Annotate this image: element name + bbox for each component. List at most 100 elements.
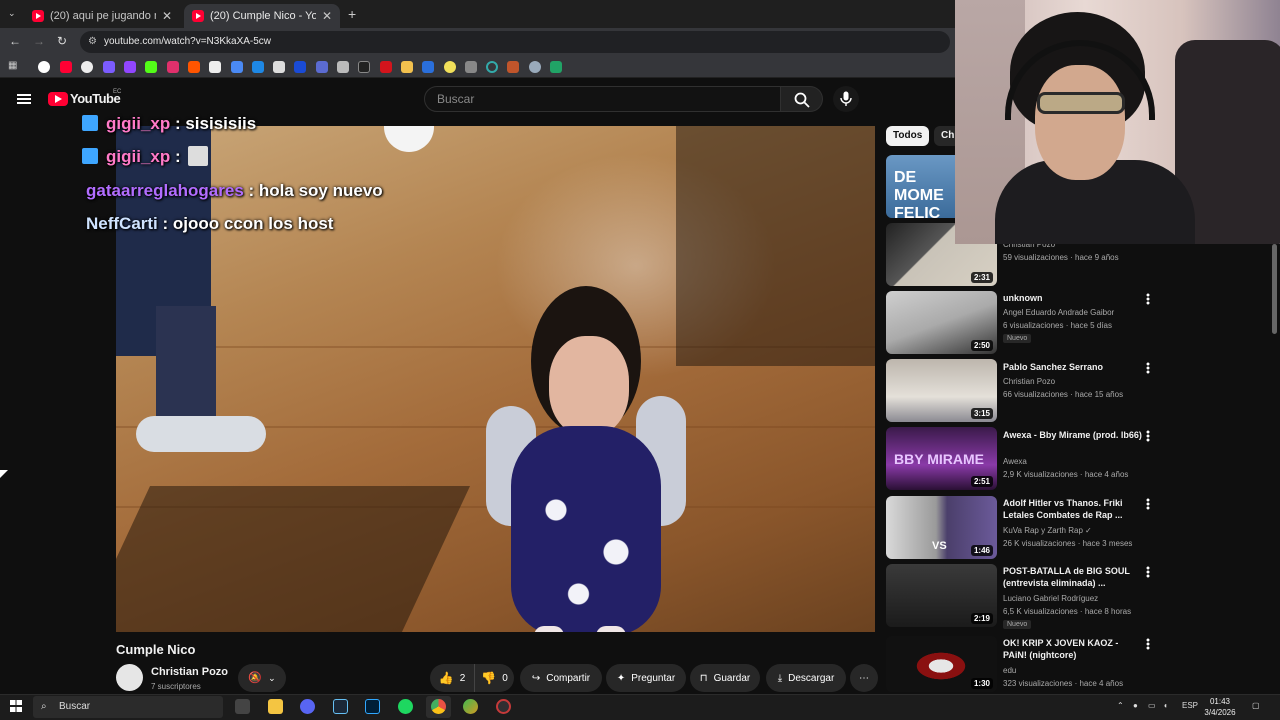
more-options-icon[interactable]: [1146, 638, 1150, 650]
microphone-tray-icon[interactable]: ●: [1133, 701, 1138, 710]
bookmark-icon[interactable]: [273, 61, 285, 73]
like-button[interactable]: 👍 2: [430, 664, 474, 692]
app-icon[interactable]: [463, 699, 478, 714]
bookmark-icon[interactable]: [465, 61, 477, 73]
more-options-icon[interactable]: [1146, 498, 1150, 510]
close-tab-icon[interactable]: ✕: [322, 9, 332, 23]
more-actions-button[interactable]: ⋯: [850, 664, 878, 692]
taskbar-search[interactable]: ⌕ Buscar: [33, 696, 223, 718]
spotify-icon[interactable]: [398, 699, 413, 714]
recommendation-channel[interactable]: edu: [1003, 666, 1016, 675]
bookmark-icon[interactable]: [81, 61, 93, 73]
recommendation-thumbnail[interactable]: 1:30: [886, 636, 997, 692]
video-duration: 3:15: [970, 408, 993, 419]
address-bar[interactable]: ⚙ youtube.com/watch?v=N3KkaXA-5cw: [80, 31, 950, 53]
notifications-button[interactable]: 🔕 ⌄: [238, 664, 286, 692]
bookmark-icon[interactable]: [188, 61, 200, 73]
dislike-button[interactable]: 👎 0: [474, 664, 514, 692]
forward-icon[interactable]: →: [33, 34, 45, 48]
bookmark-icon[interactable]: [529, 61, 541, 73]
bookmark-icon[interactable]: [294, 61, 306, 73]
bookmark-icon[interactable]: [209, 61, 221, 73]
obs-icon[interactable]: [496, 699, 511, 714]
tab-madagascar[interactable]: (20) aqui pe jugando mi Madag ✕: [24, 4, 180, 28]
search-input[interactable]: Buscar: [424, 86, 781, 112]
recommendation-title[interactable]: Awexa - Bby Mirame (prod. lb66): [1003, 429, 1143, 441]
reload-icon[interactable]: ↻: [57, 34, 67, 48]
recommendation-thumbnail[interactable]: 2:19: [886, 564, 997, 627]
tab-cumple-nico[interactable]: (20) Cumple Nico - YouTube ✕: [184, 4, 340, 28]
site-info-icon[interactable]: ⚙: [88, 31, 97, 53]
widgets-icon[interactable]: [235, 699, 250, 714]
bookmark-icon[interactable]: [124, 61, 136, 73]
bookmark-icon[interactable]: [444, 61, 456, 73]
bookmark-icon[interactable]: [507, 61, 519, 73]
recommendation-channel[interactable]: Luciano Gabriel Rodríguez: [1003, 594, 1098, 603]
bookmark-icon[interactable]: [550, 61, 562, 73]
recommendation-title[interactable]: Pablo Sanchez Serrano: [1003, 361, 1143, 373]
notifications-icon[interactable]: ▢: [1252, 701, 1260, 710]
recommendation-thumbnail[interactable]: 2:50: [886, 291, 997, 354]
volume-icon[interactable]: ◖: [1163, 701, 1168, 710]
recommendation-channel[interactable]: Christian Pozo: [1003, 377, 1055, 386]
more-options-icon[interactable]: [1146, 293, 1150, 305]
bookmark-icon[interactable]: [316, 61, 328, 73]
recommendation-title[interactable]: Adolf Hitler vs Thanos. Friki Letales Co…: [1003, 497, 1143, 521]
search-button[interactable]: [781, 86, 823, 112]
recommendation-thumbnail[interactable]: 3:15: [886, 359, 997, 422]
download-button[interactable]: ⤓ Descargar: [766, 664, 846, 692]
ask-button[interactable]: ✦ Preguntar: [606, 664, 686, 692]
chat-user: gigii_xp: [106, 147, 171, 166]
more-options-icon[interactable]: [1146, 430, 1150, 442]
bookmark-icon[interactable]: [380, 61, 392, 73]
recommendation-thumbnail[interactable]: BBY MIRAME 2:51: [886, 427, 997, 490]
more-options-icon[interactable]: [1146, 566, 1150, 578]
bookmark-icon[interactable]: [167, 61, 179, 73]
photoshop-icon[interactable]: [365, 699, 380, 714]
back-icon[interactable]: ←: [9, 34, 21, 48]
apps-grid-icon[interactable]: ▦: [8, 60, 17, 71]
language-indicator[interactable]: ESP: [1182, 701, 1198, 710]
close-tab-icon[interactable]: ✕: [162, 9, 172, 23]
video-player[interactable]: [116, 126, 875, 632]
windows-start-icon[interactable]: [10, 700, 22, 712]
youtube-logo-icon[interactable]: [48, 92, 68, 106]
page-scrollbar[interactable]: [1272, 244, 1277, 334]
recommendation-thumbnail[interactable]: VS 1:46: [886, 496, 997, 559]
recommendation-channel[interactable]: Awexa: [1003, 457, 1027, 466]
save-button[interactable]: ⊓ Guardar: [690, 664, 760, 692]
network-icon[interactable]: ▭: [1148, 701, 1156, 710]
share-icon: ↪: [531, 672, 541, 684]
file-explorer-icon[interactable]: [268, 699, 283, 714]
steam-icon[interactable]: [333, 699, 348, 714]
bookmark-icon[interactable]: [103, 61, 115, 73]
voice-search-button[interactable]: [833, 86, 859, 112]
menu-icon[interactable]: [17, 94, 31, 104]
recommendation-title[interactable]: POST-BATALLA de BIG SOUL (entrevista eli…: [1003, 565, 1143, 589]
channel-avatar[interactable]: [116, 664, 143, 691]
bookmark-icon[interactable]: [38, 61, 50, 73]
bookmark-icon[interactable]: [422, 61, 434, 73]
recommendation-title[interactable]: unknown: [1003, 292, 1143, 304]
chip-todos[interactable]: Todos: [886, 126, 930, 146]
recommendation-channel[interactable]: KuVa Rap y Zarth Rap: [1003, 526, 1083, 535]
bookmark-icon[interactable]: [252, 61, 264, 73]
bookmark-icon[interactable]: [231, 61, 243, 73]
system-clock[interactable]: 01:43 3/4/2026: [1200, 696, 1240, 718]
recommendation-channel[interactable]: Angel Eduardo Andrade Gaibor: [1003, 308, 1114, 317]
more-options-icon[interactable]: [1146, 362, 1150, 374]
bookmark-icon[interactable]: [401, 61, 413, 73]
discord-icon[interactable]: [300, 699, 315, 714]
bookmark-icon[interactable]: [337, 61, 349, 73]
tab-list-chevron-icon[interactable]: ⌄: [8, 8, 16, 19]
bookmark-icon[interactable]: [358, 61, 370, 73]
bookmark-icon[interactable]: [60, 61, 72, 73]
bookmark-icon[interactable]: [486, 61, 498, 73]
show-hidden-icons[interactable]: ⌃: [1117, 701, 1124, 710]
recommendation-title[interactable]: OK! KRIP X JOVEN KAOZ - PAiN! (nightcore…: [1003, 637, 1143, 661]
share-button[interactable]: ↪ Compartir: [520, 664, 602, 692]
thumbs-down-icon: 👎: [481, 671, 497, 685]
bookmark-icon[interactable]: [145, 61, 157, 73]
channel-name[interactable]: Christian Pozo: [151, 666, 228, 678]
new-tab-button[interactable]: +: [348, 6, 356, 22]
